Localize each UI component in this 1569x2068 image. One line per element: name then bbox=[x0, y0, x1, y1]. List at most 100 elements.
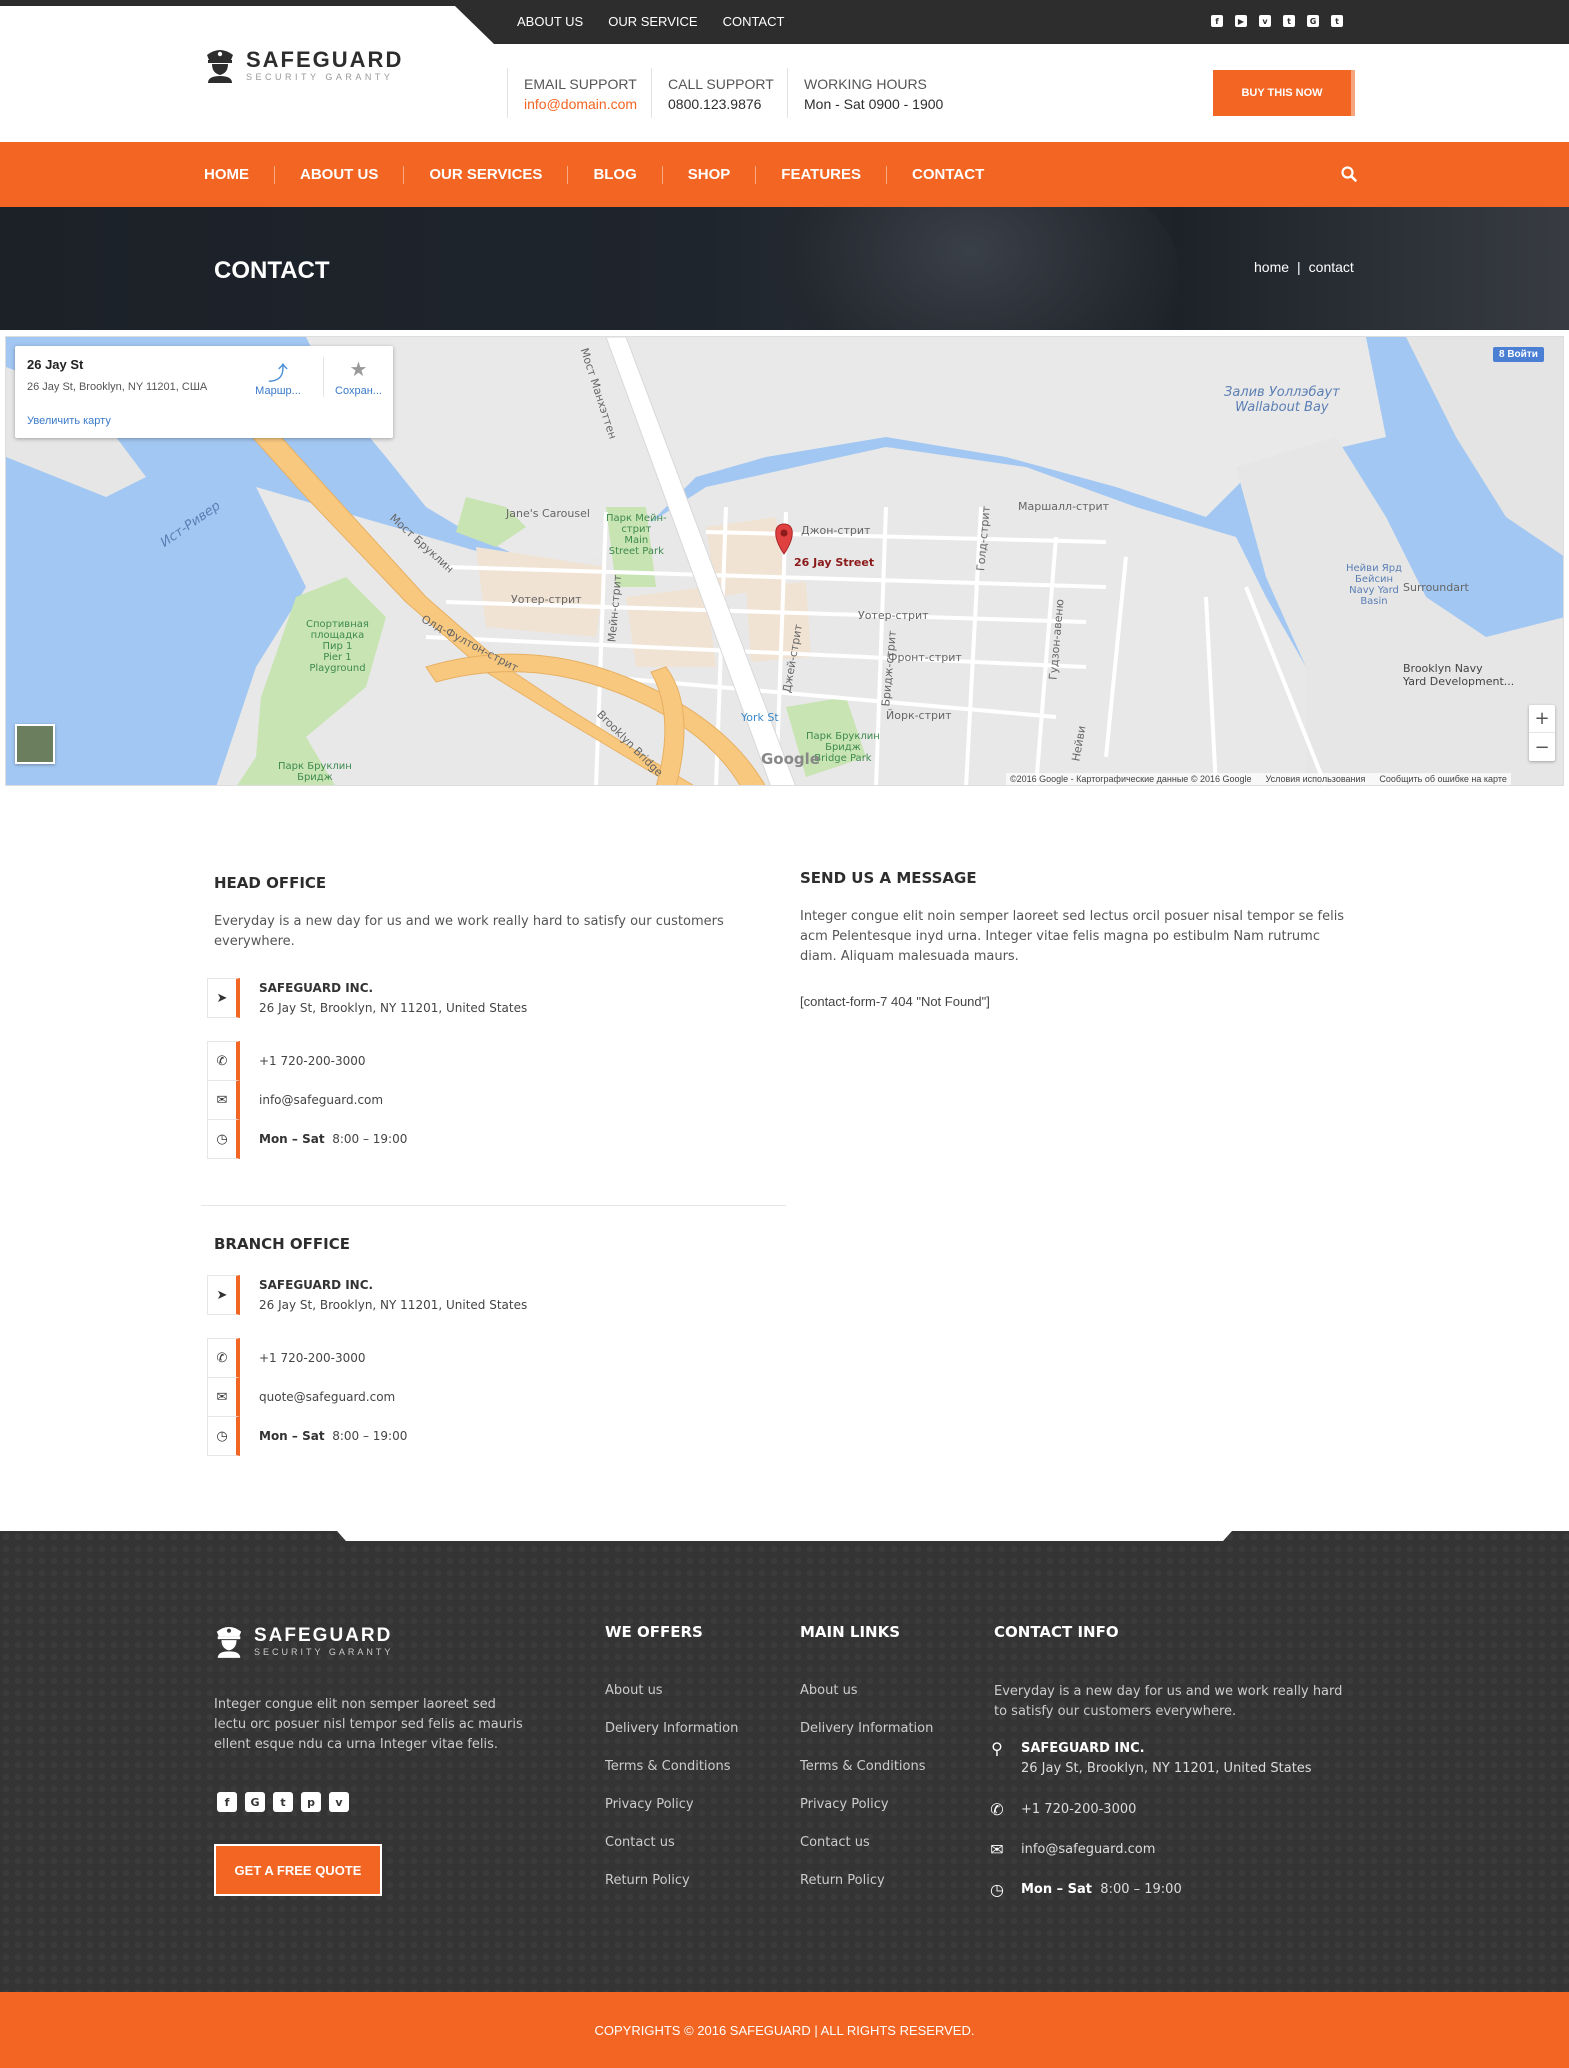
google-plus-icon[interactable]: G bbox=[1307, 15, 1319, 27]
footer-main-link[interactable]: Contact us bbox=[800, 1835, 933, 1850]
call-support: CALL SUPPORT 0800.123.9876 bbox=[651, 68, 774, 118]
branch-office-hours-days: Mon – Sat bbox=[259, 1429, 325, 1443]
top-nav: ABOUT US OUR SERVICE CONTACT bbox=[517, 14, 784, 29]
map-attrib-report[interactable]: Сообщить об ошибке на карте bbox=[1379, 774, 1506, 785]
map-attrib-terms[interactable]: Условия использования bbox=[1266, 774, 1366, 785]
nav-contact[interactable]: CONTACT bbox=[886, 165, 1009, 184]
twitter-icon[interactable]: t bbox=[273, 1792, 293, 1812]
map-signin-button[interactable]: 8 Войти bbox=[1493, 347, 1544, 362]
tumblr-icon[interactable]: t bbox=[1331, 15, 1343, 27]
footer-contact-title: CONTACT INFO bbox=[994, 1623, 1119, 1641]
footer-address: 26 Jay St, Brooklyn, NY 11201, United St… bbox=[1021, 1761, 1312, 1776]
youtube-icon[interactable]: ▶ bbox=[1235, 15, 1247, 27]
nav-home[interactable]: HOME bbox=[204, 166, 274, 184]
site-logo[interactable]: SAFEGUARD SECURITY GARANTY bbox=[204, 45, 403, 85]
office-divider bbox=[201, 1205, 786, 1206]
pinterest-icon[interactable]: p bbox=[301, 1792, 321, 1812]
map-label-york-station: York St bbox=[741, 711, 779, 724]
envelope-icon: ✉ bbox=[207, 1377, 240, 1417]
footer-offer-link[interactable]: Return Policy bbox=[605, 1873, 738, 1888]
footer-email[interactable]: info@safeguard.com bbox=[1021, 1840, 1155, 1860]
zoom-out-button[interactable]: − bbox=[1529, 733, 1555, 761]
envelope-icon: ✉ bbox=[990, 1840, 1004, 1859]
zoom-in-button[interactable]: + bbox=[1529, 705, 1555, 733]
facebook-icon[interactable]: f bbox=[1211, 15, 1223, 27]
head-office-address-row: ➤ SAFEGUARD INC. 26 Jay St, Brooklyn, NY… bbox=[207, 978, 527, 1018]
head-office-intro: Everyday is a new day for us and we work… bbox=[214, 914, 724, 949]
map-label-bridge-park-left: Парк Бруклин Бридж bbox=[278, 761, 352, 783]
top-socials: f ▶ v t G t bbox=[1211, 15, 1343, 27]
branch-office-phone-row: ✆ +1 720-200-3000 bbox=[207, 1338, 366, 1378]
map-directions-button[interactable]: ⤴ Маршр... bbox=[243, 357, 313, 397]
footer-contact-intro: Everyday is a new day for us and we work… bbox=[994, 1684, 1343, 1719]
branch-office-email[interactable]: quote@safeguard.com bbox=[259, 1390, 395, 1404]
head-office-hours-days: Mon – Sat bbox=[259, 1132, 325, 1146]
directions-icon: ⤴ bbox=[268, 363, 288, 385]
free-quote-button[interactable]: GET A FREE QUOTE bbox=[214, 1844, 382, 1896]
facebook-icon[interactable]: f bbox=[217, 1792, 237, 1812]
head-office-hours-row: ◷ Mon – Sat 8:00 – 19:00 bbox=[207, 1119, 407, 1159]
google-plus-icon[interactable]: G bbox=[245, 1792, 265, 1812]
footer-offer-link[interactable]: Terms & Conditions bbox=[605, 1759, 738, 1774]
map-save-button[interactable]: ★ Сохран... bbox=[323, 357, 393, 397]
top-link-about[interactable]: ABOUT US bbox=[517, 14, 583, 29]
copyright-bar: COPYRIGHTS © 2016 SAFEGUARD | ALL RIGHTS… bbox=[0, 1992, 1569, 2068]
footer-main-link[interactable]: Return Policy bbox=[800, 1873, 933, 1888]
head-office-phone: +1 720-200-3000 bbox=[259, 1054, 366, 1068]
clock-icon: ◷ bbox=[990, 1880, 1004, 1899]
email-support-value[interactable]: info@domain.com bbox=[524, 96, 637, 112]
nav-about[interactable]: ABOUT US bbox=[274, 165, 403, 184]
footer-main-link[interactable]: Privacy Policy bbox=[800, 1797, 933, 1812]
footer-tagline: SECURITY GARANTY bbox=[254, 1647, 394, 1657]
top-link-contact[interactable]: CONTACT bbox=[723, 14, 785, 29]
map-satellite-toggle[interactable] bbox=[15, 724, 55, 764]
map-marker-icon: ⚲ bbox=[991, 1739, 1003, 1758]
nav-features[interactable]: FEATURES bbox=[755, 165, 886, 184]
email-support: EMAIL SUPPORT info@domain.com bbox=[507, 68, 637, 118]
vimeo-icon[interactable]: v bbox=[329, 1792, 349, 1812]
footer-offer-link[interactable]: Contact us bbox=[605, 1835, 738, 1850]
map-label-carousel: Jane's Carousel bbox=[506, 507, 590, 520]
google-map[interactable]: Залив Уоллэбаут Wallabout Bay Ист-Ривер … bbox=[5, 336, 1564, 786]
search-icon[interactable] bbox=[1340, 165, 1358, 183]
footer-hours-time: 8:00 – 19:00 bbox=[1100, 1882, 1182, 1897]
footer-offer-link[interactable]: About us bbox=[605, 1683, 738, 1698]
breadcrumb: home | contact bbox=[1254, 259, 1354, 275]
location-arrow-icon: ➤ bbox=[207, 978, 240, 1018]
breadcrumb-separator: | bbox=[1297, 259, 1301, 275]
guard-logo-icon bbox=[207, 50, 233, 83]
footer-brand: SAFEGUARD bbox=[254, 1625, 393, 1646]
map-larger-link[interactable]: Увеличить карту bbox=[27, 415, 111, 427]
map-label-water-st-2: Уотер-стрит bbox=[858, 609, 929, 622]
breadcrumb-current: contact bbox=[1308, 259, 1354, 275]
footer-offer-link[interactable]: Delivery Information bbox=[605, 1721, 738, 1736]
branch-office-hours-time: 8:00 – 19:00 bbox=[332, 1429, 408, 1443]
footer-phone-row: ✆ +1 720-200-3000 bbox=[985, 1800, 1136, 1820]
footer-logo[interactable]: SAFEGUARD SECURITY GARANTY bbox=[214, 1622, 393, 1660]
logo-tagline: SECURITY GARANTY bbox=[246, 72, 394, 82]
footer-main-link[interactable]: Terms & Conditions bbox=[800, 1759, 933, 1774]
nav-shop[interactable]: SHOP bbox=[661, 165, 756, 184]
map-label-york-st: Йорк-стрит bbox=[886, 709, 952, 722]
twitter-icon[interactable]: t bbox=[1283, 15, 1295, 27]
vimeo-icon[interactable]: v bbox=[1259, 15, 1271, 27]
footer-offer-link[interactable]: Privacy Policy bbox=[605, 1797, 738, 1812]
branch-office-address: 26 Jay St, Brooklyn, NY 11201, United St… bbox=[259, 1298, 528, 1312]
footer-main-link[interactable]: Delivery Information bbox=[800, 1721, 933, 1736]
footer-links-title: MAIN LINKS bbox=[800, 1623, 901, 1641]
map-label-surroundart: Surroundart bbox=[1403, 581, 1469, 594]
nav-blog[interactable]: BLOG bbox=[567, 165, 661, 184]
breadcrumb-home[interactable]: home bbox=[1254, 259, 1289, 275]
guard-logo-icon bbox=[216, 1626, 242, 1658]
branch-office-company: SAFEGUARD INC. bbox=[259, 1278, 374, 1292]
phone-icon: ✆ bbox=[207, 1338, 240, 1378]
footer-links-list: About us Delivery Information Terms & Co… bbox=[800, 1683, 933, 1888]
nav-services[interactable]: OUR SERVICES bbox=[403, 165, 567, 184]
head-office-email[interactable]: info@safeguard.com bbox=[259, 1093, 383, 1107]
top-link-service[interactable]: OUR SERVICE bbox=[608, 14, 697, 29]
buy-now-button[interactable]: BUY THIS NOW bbox=[1213, 70, 1355, 116]
footer-offers-title: WE OFFERS bbox=[605, 1623, 703, 1641]
map-label-john-st: Джон-стрит bbox=[801, 524, 871, 537]
working-hours-label: WORKING HOURS bbox=[804, 76, 927, 92]
footer-main-link[interactable]: About us bbox=[800, 1683, 933, 1698]
